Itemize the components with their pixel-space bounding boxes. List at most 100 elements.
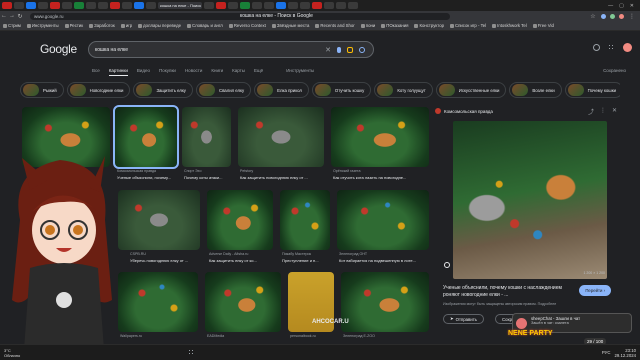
tab[interactable] xyxy=(134,2,144,9)
extension-icon[interactable] xyxy=(601,13,606,19)
preview-source[interactable]: Комсомольская правда xyxy=(444,109,493,114)
url-field[interactable]: www.google.ru кошка на елке - Поиск в Go… xyxy=(30,12,450,20)
tab[interactable] xyxy=(216,2,226,9)
extension-icon[interactable] xyxy=(610,13,615,19)
tools-button[interactable]: Инструменты xyxy=(286,68,314,76)
bookmark[interactable]: игр xyxy=(118,23,135,28)
tab[interactable] xyxy=(62,2,72,9)
search-icon[interactable] xyxy=(359,46,365,53)
bookmark[interactable]: Стрим xyxy=(0,23,24,28)
tab[interactable] xyxy=(300,2,310,9)
result-caption[interactable]: Кот взбирается на подвешенную в лоте... xyxy=(339,258,431,263)
google-lens-icon[interactable] xyxy=(347,46,353,53)
bookmark[interactable]: Список игр - Tel xyxy=(447,23,489,28)
tab[interactable] xyxy=(276,2,286,9)
weather-widget[interactable]: 3°C Облачно xyxy=(0,348,20,358)
image-result[interactable] xyxy=(331,107,429,167)
tab[interactable] xyxy=(288,2,298,9)
image-result[interactable] xyxy=(118,190,200,250)
bookmark[interactable]: Free Vid xyxy=(530,23,557,28)
apps-grid-icon[interactable] xyxy=(608,44,615,51)
tab[interactable] xyxy=(26,2,36,9)
bookmark[interactable]: Конструктор xyxy=(411,23,447,28)
chip[interactable]: Новогодние елки xyxy=(66,82,131,98)
maximize-icon[interactable]: ▢ xyxy=(619,3,624,9)
google-logo[interactable]: Google xyxy=(40,42,77,56)
bookmark[interactable]: Инструменты xyxy=(24,23,62,28)
reload-icon[interactable]: ↻ xyxy=(16,13,24,20)
image-result[interactable] xyxy=(280,190,330,250)
chip[interactable]: Коту голуущут xyxy=(374,82,433,98)
image-result[interactable] xyxy=(205,272,281,332)
tab-books[interactable]: Книги xyxy=(211,68,223,76)
visit-button[interactable]: Перейти › xyxy=(579,285,611,296)
image-result[interactable] xyxy=(337,190,429,250)
tab[interactable] xyxy=(14,2,24,9)
bookmark[interactable]: доллары переведе xyxy=(135,23,184,28)
bookmark[interactable]: Recents and Shor xyxy=(312,23,357,28)
settings-gear-icon[interactable] xyxy=(593,44,600,51)
tab[interactable] xyxy=(110,2,120,9)
tab[interactable] xyxy=(2,2,12,9)
tab[interactable] xyxy=(74,2,84,9)
tab-images[interactable]: Картинки xyxy=(108,68,128,76)
result-caption[interactable]: Как отучить кота лазить на новогодне... xyxy=(333,175,431,180)
image-result[interactable] xyxy=(238,107,324,167)
bookmark[interactable]: Звёздные места xyxy=(269,23,313,28)
image-result[interactable] xyxy=(182,107,231,167)
bookmark[interactable]: Заработок xyxy=(86,23,118,28)
lens-icon[interactable] xyxy=(444,262,450,268)
chip[interactable]: Рыжий xyxy=(20,82,64,98)
clock[interactable]: 23:10 29.12.2024 xyxy=(614,348,636,358)
chip[interactable]: Возле елки xyxy=(509,82,562,98)
chip[interactable]: Защитить елку xyxy=(133,82,193,98)
tab[interactable] xyxy=(348,2,358,9)
result-caption[interactable]: Преступление и н... xyxy=(282,258,334,263)
result-caption[interactable]: Уберечь новогоднюю елку от ... xyxy=(130,258,200,263)
clear-icon[interactable]: ✕ xyxy=(325,46,331,54)
tab[interactable] xyxy=(38,2,48,9)
tab[interactable] xyxy=(228,2,238,9)
forward-icon[interactable]: → xyxy=(8,13,16,19)
tab[interactable] xyxy=(98,2,108,9)
tab-all[interactable]: Все xyxy=(92,68,100,76)
chip[interactable]: Искусственные елки xyxy=(435,82,507,98)
tab[interactable] xyxy=(50,2,60,9)
bookmark[interactable]: Рестик xyxy=(62,23,86,28)
chip[interactable]: Свалил елку xyxy=(195,82,252,98)
tab-news[interactable]: Новости xyxy=(185,68,202,76)
account-avatar[interactable] xyxy=(623,43,632,52)
tab[interactable] xyxy=(324,2,334,9)
close-panel-icon[interactable]: ✕ xyxy=(612,107,617,116)
preview-title[interactable]: Ученые объяснили, почему кошки с наслажд… xyxy=(443,285,571,299)
microphone-icon[interactable] xyxy=(337,46,341,53)
tab[interactable] xyxy=(86,2,96,9)
back-icon[interactable]: ← xyxy=(0,13,8,19)
share-button[interactable]: ➤ Отправить xyxy=(443,314,484,324)
image-result[interactable] xyxy=(341,272,429,332)
minimize-icon[interactable]: — xyxy=(608,3,613,9)
bookmark[interactable]: пони xyxy=(358,23,379,28)
preview-image[interactable] xyxy=(453,121,607,279)
menu-icon[interactable]: ⋮ xyxy=(628,13,636,20)
active-tab[interactable]: кошка на елке - Поиск в Google xyxy=(158,2,202,9)
tab[interactable] xyxy=(336,2,346,9)
image-result[interactable] xyxy=(118,272,198,332)
close-icon[interactable]: ✕ xyxy=(630,3,634,9)
bookmark[interactable]: Словарь и англ xyxy=(184,23,226,28)
result-caption[interactable]: Почему коты атаки... xyxy=(184,175,234,180)
chip[interactable]: Отучить кошку xyxy=(311,82,372,98)
tab[interactable] xyxy=(146,2,156,9)
bookmark[interactable]: ПОказания xyxy=(378,23,411,28)
tab-more[interactable]: Ещё xyxy=(254,68,263,76)
search-box[interactable]: кошка на елке ✕ xyxy=(88,41,374,58)
saved-link[interactable]: Сохранено xyxy=(603,68,626,73)
result-caption[interactable]: Как защитить елку от ко... xyxy=(209,258,275,263)
bookmark[interactable]: Reverso Context xyxy=(226,23,269,28)
image-result[interactable] xyxy=(207,190,273,250)
result-caption[interactable]: Как защитить новогоднюю елку от ... xyxy=(240,175,326,180)
tab[interactable] xyxy=(264,2,274,9)
chip[interactable]: Почему кошки xyxy=(564,82,620,98)
bookmark[interactable]: Intoskhwork Tel xyxy=(489,23,530,28)
chip[interactable]: Елка прикол xyxy=(254,82,309,98)
